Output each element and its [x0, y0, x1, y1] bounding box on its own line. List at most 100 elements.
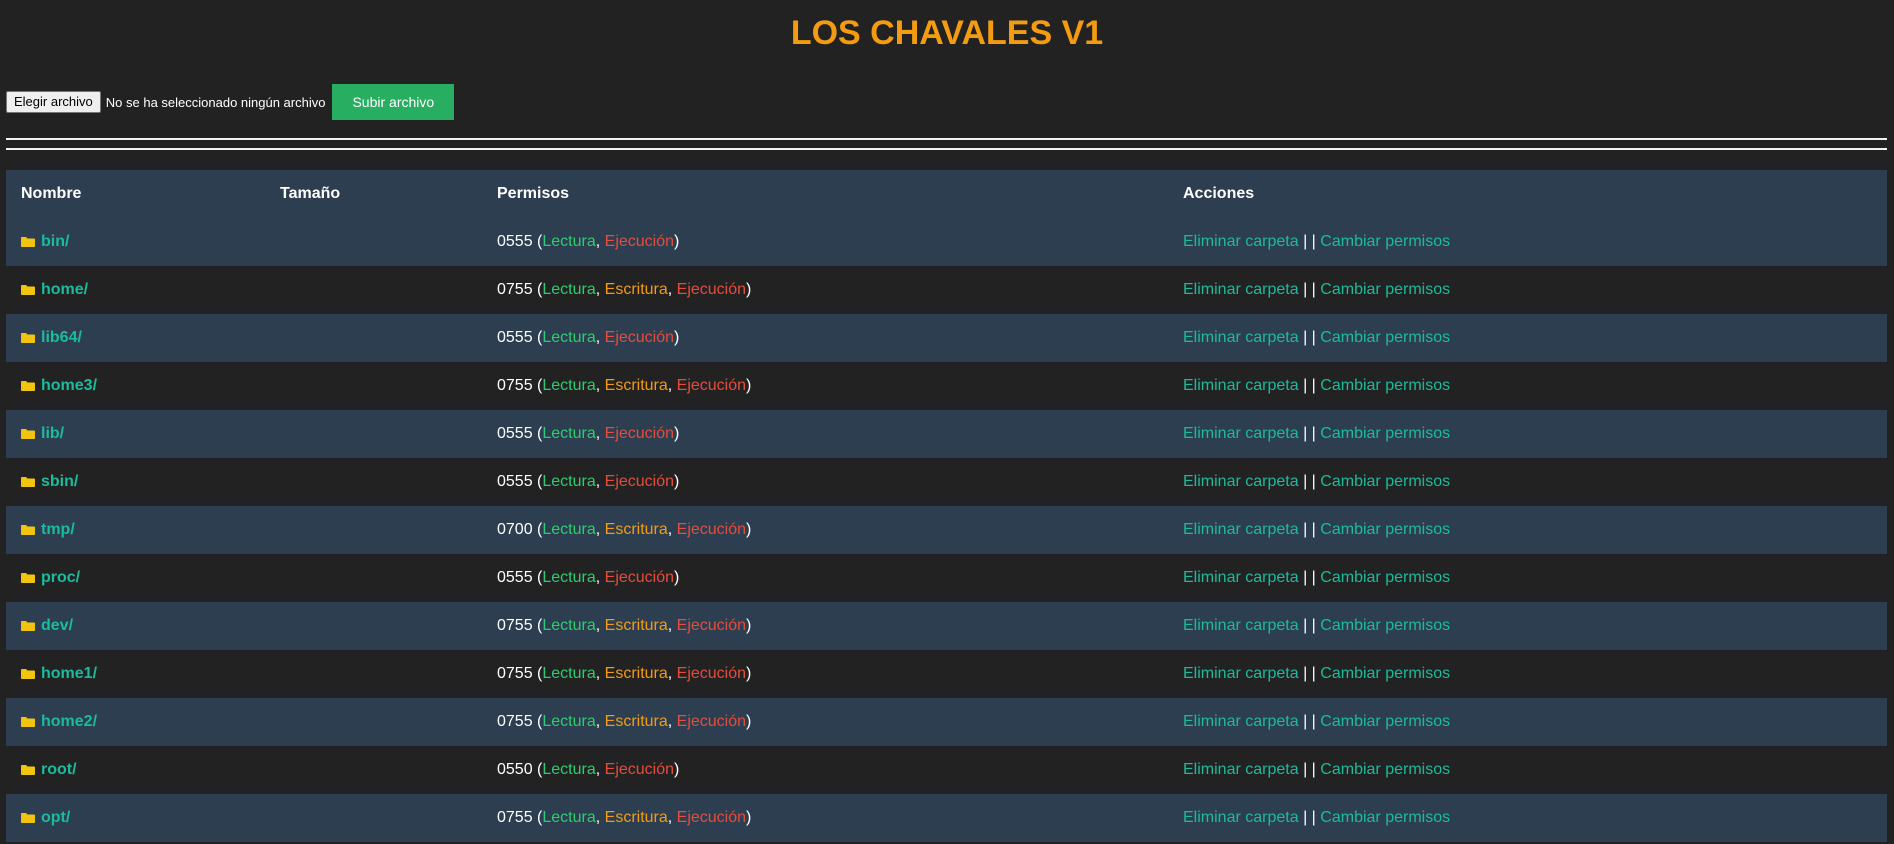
- action-separator: | |: [1303, 233, 1316, 250]
- divider-line: [6, 148, 1887, 150]
- folder-icon: [21, 573, 35, 583]
- upload-file-button[interactable]: Subir archivo: [332, 84, 455, 120]
- folder-link[interactable]: home3/: [41, 377, 97, 394]
- folder-link[interactable]: home2/: [41, 713, 97, 730]
- delete-folder-link[interactable]: Eliminar carpeta: [1183, 617, 1299, 634]
- change-permissions-link[interactable]: Cambiar permisos: [1320, 329, 1450, 346]
- folder-icon: [21, 381, 35, 391]
- change-permissions-link[interactable]: Cambiar permisos: [1320, 809, 1450, 826]
- change-permissions-link[interactable]: Cambiar permisos: [1320, 521, 1450, 538]
- folder-icon: [21, 525, 35, 535]
- change-permissions-link[interactable]: Cambiar permisos: [1320, 425, 1450, 442]
- change-permissions-link[interactable]: Cambiar permisos: [1320, 233, 1450, 250]
- name-cell: home2/: [6, 698, 265, 746]
- folder-link[interactable]: dev/: [41, 617, 73, 634]
- permissions-cell: 0555 (Lectura, Ejecución): [482, 314, 1168, 362]
- delete-folder-link[interactable]: Eliminar carpeta: [1183, 665, 1299, 682]
- delete-folder-link[interactable]: Eliminar carpeta: [1183, 761, 1299, 778]
- action-separator: | |: [1303, 665, 1316, 682]
- change-permissions-link[interactable]: Cambiar permisos: [1320, 569, 1450, 586]
- table-row: home3/0755 (Lectura, Escritura, Ejecució…: [6, 362, 1887, 410]
- change-permissions-link[interactable]: Cambiar permisos: [1320, 281, 1450, 298]
- delete-folder-link[interactable]: Eliminar carpeta: [1183, 329, 1299, 346]
- size-cell: [265, 602, 482, 650]
- folder-link[interactable]: tmp/: [41, 521, 75, 538]
- folder-icon: [21, 333, 35, 343]
- permission-label: Escritura: [604, 521, 668, 538]
- name-cell: home3/: [6, 362, 265, 410]
- size-cell: [265, 746, 482, 794]
- name-cell: dev/: [6, 602, 265, 650]
- permission-mode: 0555: [497, 329, 533, 346]
- table-row: dev/0755 (Lectura, Escritura, Ejecución)…: [6, 602, 1887, 650]
- file-table-body: bin/0555 (Lectura, Ejecución) Eliminar ca…: [6, 218, 1887, 842]
- folder-link[interactable]: home1/: [41, 665, 97, 682]
- choose-file-button[interactable]: Elegir archivo: [6, 91, 101, 113]
- actions-cell: Eliminar carpeta | | Cambiar permisos: [1168, 650, 1887, 698]
- permission-mode: 0755: [497, 713, 533, 730]
- name-cell: home1/: [6, 650, 265, 698]
- folder-link[interactable]: proc/: [41, 569, 80, 586]
- column-header-name: Nombre: [6, 170, 265, 218]
- folder-link[interactable]: lib/: [41, 425, 64, 442]
- size-cell: [265, 794, 482, 842]
- permission-label: Ejecución: [604, 233, 675, 250]
- permission-label: Lectura: [542, 425, 596, 442]
- change-permissions-link[interactable]: Cambiar permisos: [1320, 473, 1450, 490]
- action-separator: | |: [1303, 521, 1316, 538]
- permission-label: Ejecución: [676, 665, 747, 682]
- change-permissions-link[interactable]: Cambiar permisos: [1320, 713, 1450, 730]
- change-permissions-link[interactable]: Cambiar permisos: [1320, 665, 1450, 682]
- delete-folder-link[interactable]: Eliminar carpeta: [1183, 233, 1299, 250]
- delete-folder-link[interactable]: Eliminar carpeta: [1183, 521, 1299, 538]
- delete-folder-link[interactable]: Eliminar carpeta: [1183, 377, 1299, 394]
- actions-cell: Eliminar carpeta | | Cambiar permisos: [1168, 554, 1887, 602]
- size-cell: [265, 458, 482, 506]
- permissions-cell: 0700 (Lectura, Escritura, Ejecución): [482, 506, 1168, 554]
- change-permissions-link[interactable]: Cambiar permisos: [1320, 617, 1450, 634]
- folder-link[interactable]: opt/: [41, 809, 70, 826]
- folder-icon: [21, 237, 35, 247]
- actions-cell: Eliminar carpeta | | Cambiar permisos: [1168, 314, 1887, 362]
- permissions-cell: 0755 (Lectura, Escritura, Ejecución): [482, 266, 1168, 314]
- column-header-permissions: Permisos: [482, 170, 1168, 218]
- folder-icon: [21, 813, 35, 823]
- page-title: LOS CHAVALES V1: [790, 14, 1104, 52]
- name-cell: lib64/: [6, 314, 265, 362]
- folder-icon: [21, 285, 35, 295]
- permission-label: Lectura: [542, 233, 596, 250]
- file-status-text: No se ha seleccionado ningún archivo: [105, 94, 326, 110]
- permissions-cell: 0755 (Lectura, Escritura, Ejecución): [482, 698, 1168, 746]
- actions-cell: Eliminar carpeta | | Cambiar permisos: [1168, 410, 1887, 458]
- delete-folder-link[interactable]: Eliminar carpeta: [1183, 713, 1299, 730]
- folder-icon: [21, 429, 35, 439]
- action-separator: | |: [1303, 569, 1316, 586]
- delete-folder-link[interactable]: Eliminar carpeta: [1183, 809, 1299, 826]
- name-cell: tmp/: [6, 506, 265, 554]
- folder-link[interactable]: home/: [41, 281, 88, 298]
- permission-label: Lectura: [542, 329, 596, 346]
- folder-link[interactable]: lib64/: [41, 329, 82, 346]
- permissions-cell: 0555 (Lectura, Ejecución): [482, 410, 1168, 458]
- folder-link[interactable]: sbin/: [41, 473, 78, 490]
- delete-folder-link[interactable]: Eliminar carpeta: [1183, 473, 1299, 490]
- folder-link[interactable]: bin/: [41, 233, 69, 250]
- actions-cell: Eliminar carpeta | | Cambiar permisos: [1168, 218, 1887, 266]
- delete-folder-link[interactable]: Eliminar carpeta: [1183, 425, 1299, 442]
- change-permissions-link[interactable]: Cambiar permisos: [1320, 377, 1450, 394]
- name-cell: lib/: [6, 410, 265, 458]
- permission-label: Lectura: [542, 521, 596, 538]
- size-cell: [265, 698, 482, 746]
- delete-folder-link[interactable]: Eliminar carpeta: [1183, 281, 1299, 298]
- delete-folder-link[interactable]: Eliminar carpeta: [1183, 569, 1299, 586]
- table-row: opt/0755 (Lectura, Escritura, Ejecución)…: [6, 794, 1887, 842]
- permission-label: Ejecución: [676, 281, 747, 298]
- actions-cell: Eliminar carpeta | | Cambiar permisos: [1168, 506, 1887, 554]
- actions-cell: Eliminar carpeta | | Cambiar permisos: [1168, 266, 1887, 314]
- folder-link[interactable]: root/: [41, 761, 77, 778]
- table-row: tmp/0700 (Lectura, Escritura, Ejecución)…: [6, 506, 1887, 554]
- permissions-cell: 0755 (Lectura, Escritura, Ejecución): [482, 362, 1168, 410]
- change-permissions-link[interactable]: Cambiar permisos: [1320, 761, 1450, 778]
- size-cell: [265, 554, 482, 602]
- table-row: home2/0755 (Lectura, Escritura, Ejecució…: [6, 698, 1887, 746]
